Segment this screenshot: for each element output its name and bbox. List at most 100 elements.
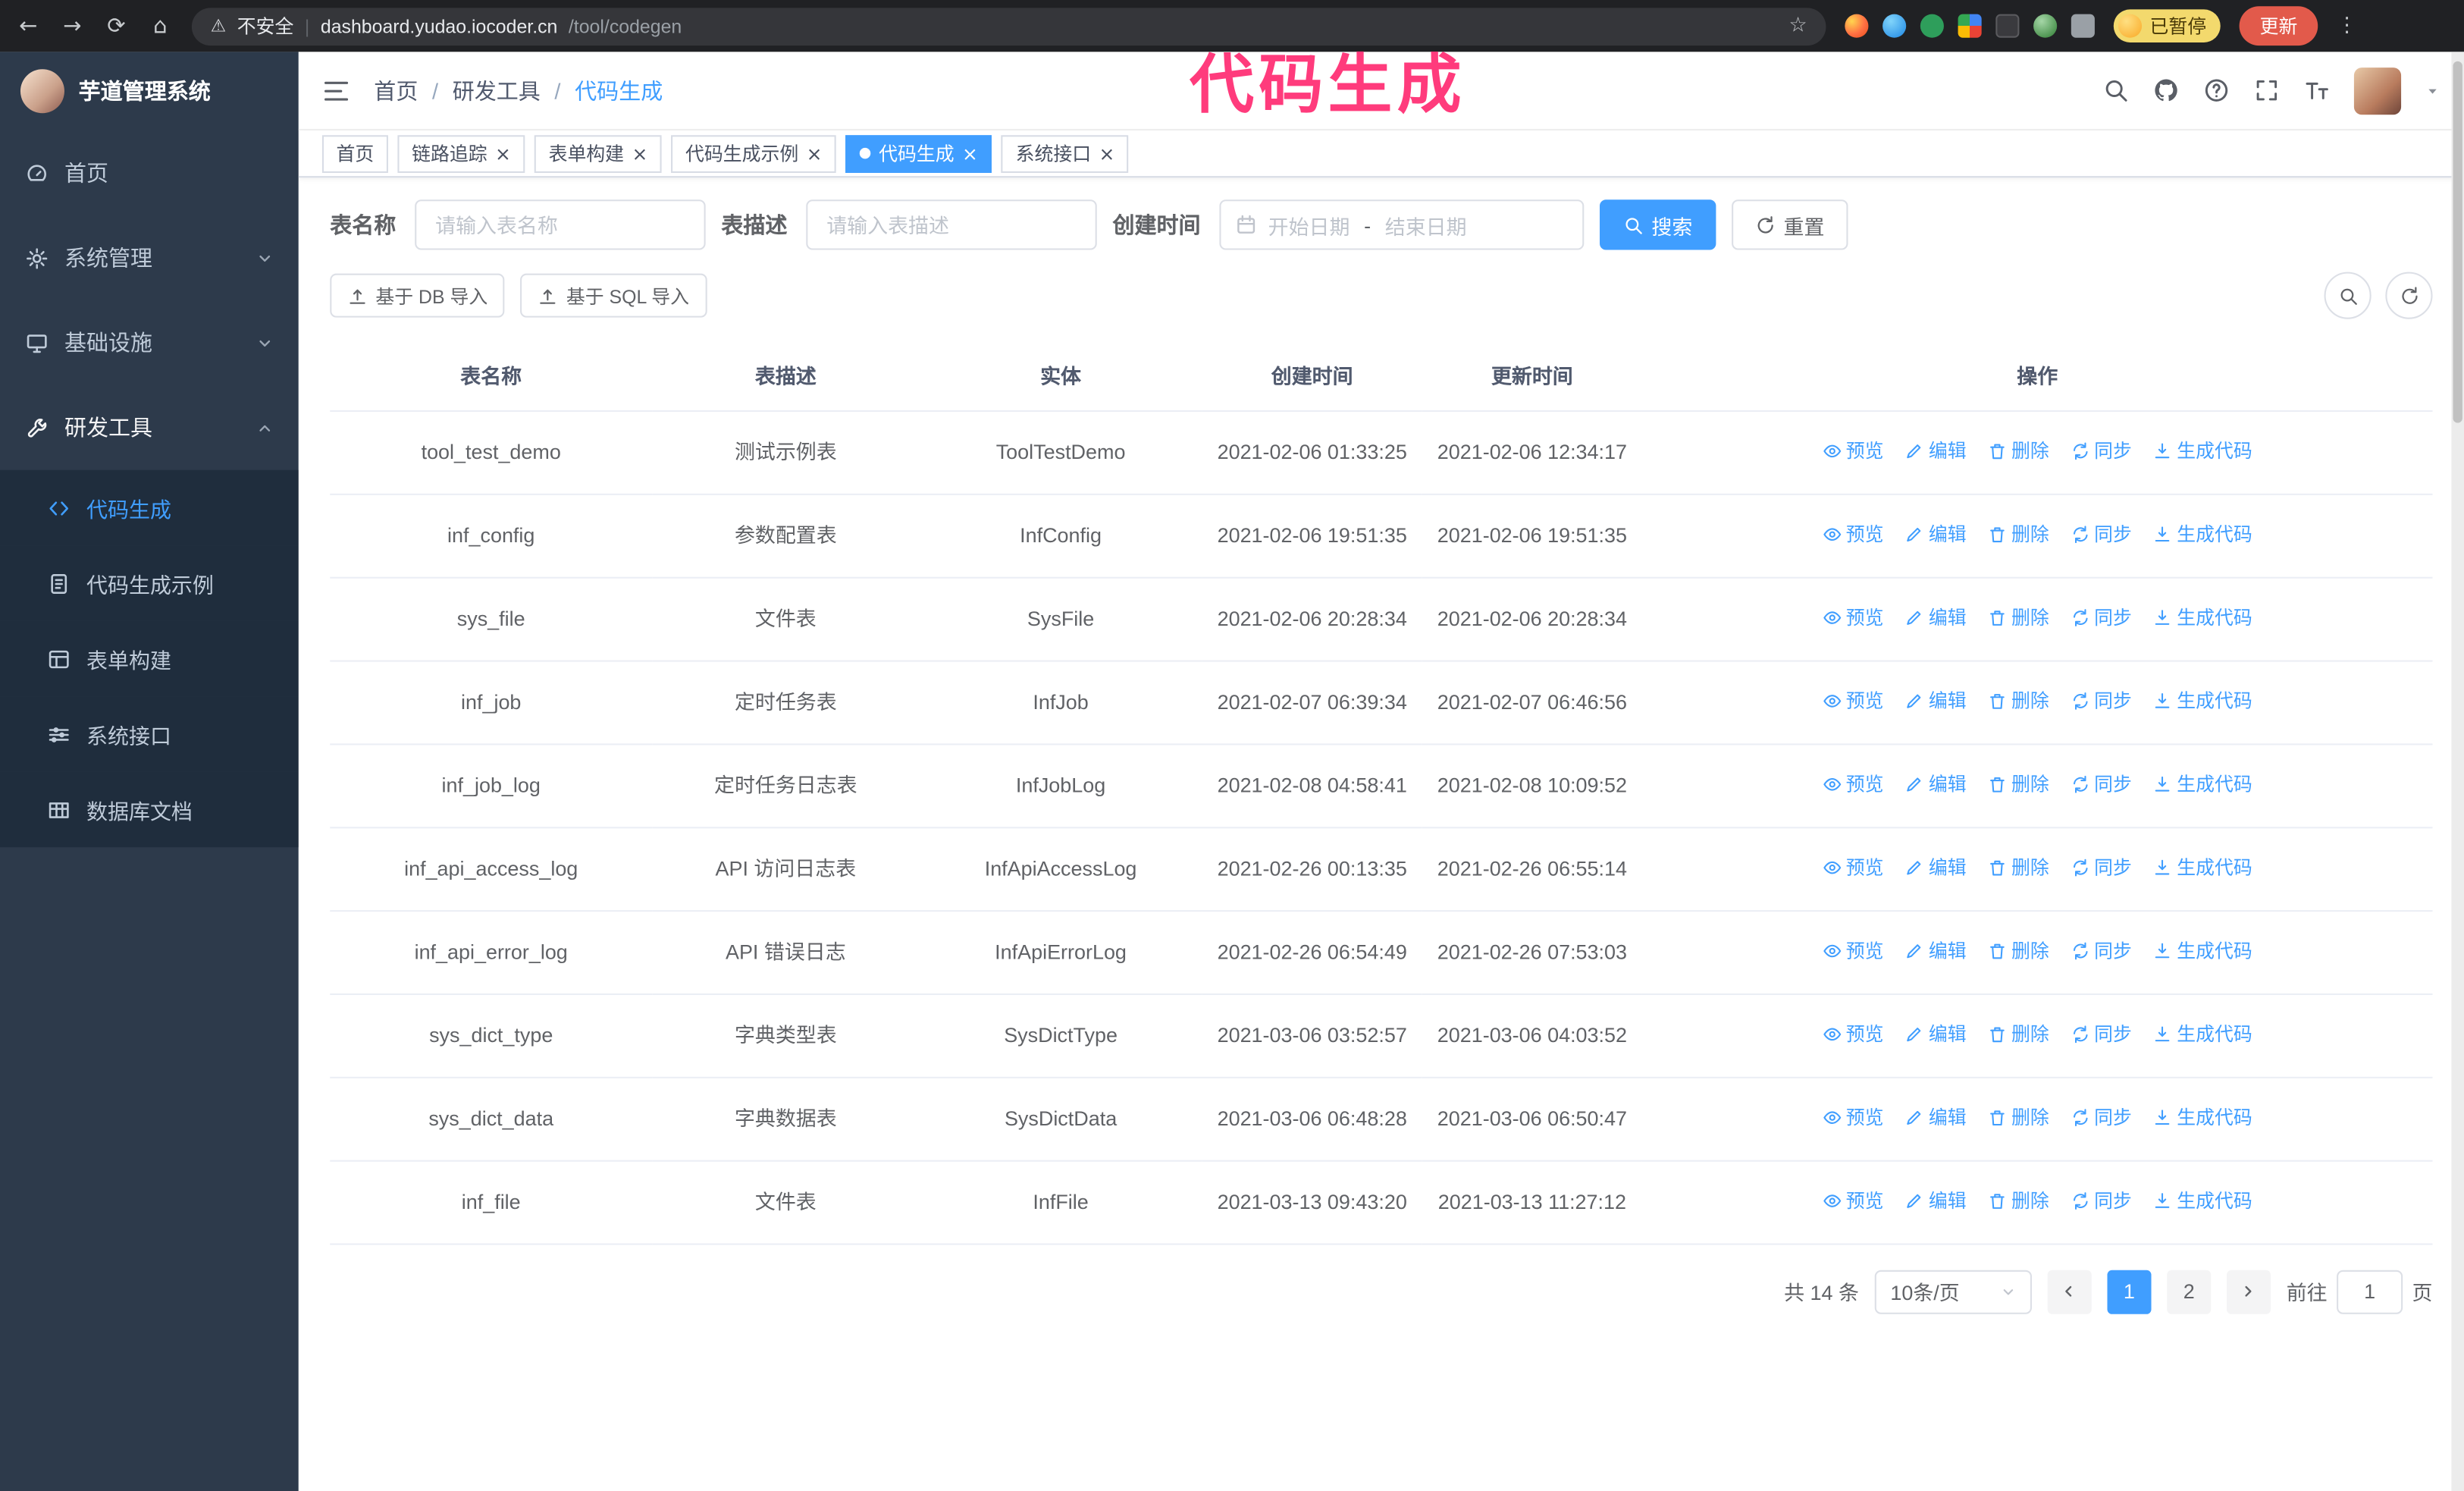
bookmark-star-icon[interactable]: ☆ <box>1788 14 1807 38</box>
sidebar-item[interactable]: 基础设施 <box>0 300 299 385</box>
delete-link[interactable]: 删除 <box>1988 1019 2049 1047</box>
github-icon[interactable] <box>2153 77 2180 104</box>
delete-link[interactable]: 删除 <box>1988 1103 2049 1131</box>
close-icon[interactable] <box>632 143 647 165</box>
address-bar[interactable]: ⚠ 不安全 | dashboard.yudao.iocoder.cn/tool/… <box>191 7 1826 46</box>
tab[interactable]: 代码生成示例 <box>671 134 837 172</box>
delete-link[interactable]: 删除 <box>1988 603 2049 631</box>
sidebar-item[interactable]: 数据库文档 <box>0 771 299 848</box>
tab[interactable]: 链路追踪 <box>397 134 525 172</box>
sync-link[interactable]: 同步 <box>2071 770 2132 798</box>
generate-code-link[interactable]: 生成代码 <box>2153 519 2252 548</box>
delete-link[interactable]: 删除 <box>1988 519 2049 548</box>
sync-link[interactable]: 同步 <box>2071 603 2132 631</box>
user-avatar[interactable] <box>2353 67 2402 115</box>
preview-link[interactable]: 预览 <box>1823 1103 1884 1131</box>
caret-down-icon[interactable] <box>2425 83 2440 99</box>
profile-badge[interactable]: 已暂停 <box>2113 9 2221 42</box>
search-icon[interactable] <box>2102 77 2129 104</box>
sidebar-toggle-icon[interactable] <box>322 77 350 105</box>
extension-icon[interactable] <box>1845 14 1869 38</box>
delete-link[interactable]: 删除 <box>1988 852 2049 880</box>
breadcrumb-item[interactable]: 首页 <box>374 74 418 105</box>
forward-button[interactable]: → <box>60 14 85 39</box>
sync-link[interactable]: 同步 <box>2071 1019 2132 1047</box>
edit-link[interactable]: 编辑 <box>1905 686 1967 714</box>
sidebar-item[interactable]: 代码生成示例 <box>0 545 299 621</box>
extension-icon[interactable] <box>1958 14 1982 38</box>
close-icon[interactable] <box>495 143 511 165</box>
tab[interactable]: 代码生成 <box>845 134 992 172</box>
generate-code-link[interactable]: 生成代码 <box>2153 936 2252 964</box>
generate-code-link[interactable]: 生成代码 <box>2153 686 2252 714</box>
preview-link[interactable]: 预览 <box>1823 770 1884 798</box>
goto-page-input[interactable] <box>2337 1269 2403 1314</box>
sidebar-item[interactable]: 系统接口 <box>0 696 299 772</box>
reset-button[interactable]: 重置 <box>1732 199 1848 250</box>
generate-code-link[interactable]: 生成代码 <box>2153 436 2252 464</box>
sync-link[interactable]: 同步 <box>2071 436 2132 464</box>
page-number-button[interactable]: 2 <box>2167 1269 2212 1314</box>
extension-icon[interactable] <box>1995 14 2020 38</box>
preview-link[interactable]: 预览 <box>1823 1019 1884 1047</box>
browser-update-button[interactable]: 更新 <box>2239 6 2318 46</box>
refresh-table-button[interactable] <box>2385 272 2433 319</box>
edit-link[interactable]: 编辑 <box>1905 936 1967 964</box>
edit-link[interactable]: 编辑 <box>1905 603 1967 631</box>
delete-link[interactable]: 删除 <box>1988 436 2049 464</box>
tab[interactable]: 系统接口 <box>1001 134 1130 172</box>
date-range-picker[interactable]: 开始日期 - 结束日期 <box>1219 199 1585 250</box>
edit-link[interactable]: 编辑 <box>1905 436 1967 464</box>
delete-link[interactable]: 删除 <box>1988 936 2049 964</box>
toggle-search-button[interactable] <box>2324 272 2372 319</box>
preview-link[interactable]: 预览 <box>1823 1186 1884 1214</box>
font-size-icon[interactable] <box>2304 77 2331 104</box>
preview-link[interactable]: 预览 <box>1823 686 1884 714</box>
edit-link[interactable]: 编辑 <box>1905 852 1967 880</box>
delete-link[interactable]: 删除 <box>1988 686 2049 714</box>
db-import-button[interactable]: 基于 DB 导入 <box>330 273 506 318</box>
app-logo[interactable]: 芋道管理系统 <box>0 52 299 130</box>
reload-button[interactable]: ⟳ <box>104 14 129 39</box>
generate-code-link[interactable]: 生成代码 <box>2153 1019 2252 1047</box>
sidebar-item[interactable]: 首页 <box>0 130 299 215</box>
generate-code-link[interactable]: 生成代码 <box>2153 770 2252 798</box>
sync-link[interactable]: 同步 <box>2071 1186 2132 1214</box>
table-name-input[interactable] <box>415 199 706 250</box>
table-desc-input[interactable] <box>806 199 1097 250</box>
preview-link[interactable]: 预览 <box>1823 519 1884 548</box>
help-icon[interactable] <box>2203 77 2230 104</box>
extension-icon[interactable] <box>1920 14 1944 38</box>
delete-link[interactable]: 删除 <box>1988 770 2049 798</box>
prev-page-button[interactable] <box>2047 1269 2092 1314</box>
tab[interactable]: 首页 <box>321 134 388 172</box>
delete-link[interactable]: 删除 <box>1988 1186 2049 1214</box>
edit-link[interactable]: 编辑 <box>1905 519 1967 548</box>
extension-icon[interactable] <box>2033 14 2058 38</box>
next-page-button[interactable] <box>2226 1269 2271 1314</box>
sync-link[interactable]: 同步 <box>2071 936 2132 964</box>
close-icon[interactable] <box>1099 143 1115 165</box>
home-button[interactable]: ⌂ <box>148 14 173 39</box>
preview-link[interactable]: 预览 <box>1823 603 1884 631</box>
extension-icon[interactable] <box>1882 14 1907 38</box>
tab[interactable]: 表单构建 <box>534 134 662 172</box>
sql-import-button[interactable]: 基于 SQL 导入 <box>520 273 707 318</box>
preview-link[interactable]: 预览 <box>1823 436 1884 464</box>
preview-link[interactable]: 预览 <box>1823 936 1884 964</box>
scrollbar-thumb[interactable] <box>2453 61 2462 423</box>
sync-link[interactable]: 同步 <box>2071 852 2132 880</box>
preview-link[interactable]: 预览 <box>1823 852 1884 880</box>
sidebar-item[interactable]: 研发工具 <box>0 385 299 470</box>
edit-link[interactable]: 编辑 <box>1905 1019 1967 1047</box>
sidebar-item[interactable]: 表单构建 <box>0 620 299 697</box>
close-icon[interactable] <box>962 143 978 165</box>
generate-code-link[interactable]: 生成代码 <box>2153 603 2252 631</box>
sidebar-item[interactable]: 代码生成 <box>0 469 299 546</box>
page-scrollbar[interactable] <box>2451 52 2464 1491</box>
browser-menu-icon[interactable]: ⋮ <box>2337 14 2357 38</box>
generate-code-link[interactable]: 生成代码 <box>2153 1186 2252 1214</box>
page-number-button[interactable]: 1 <box>2107 1269 2152 1314</box>
sync-link[interactable]: 同步 <box>2071 519 2132 548</box>
search-button[interactable]: 搜索 <box>1600 199 1716 250</box>
